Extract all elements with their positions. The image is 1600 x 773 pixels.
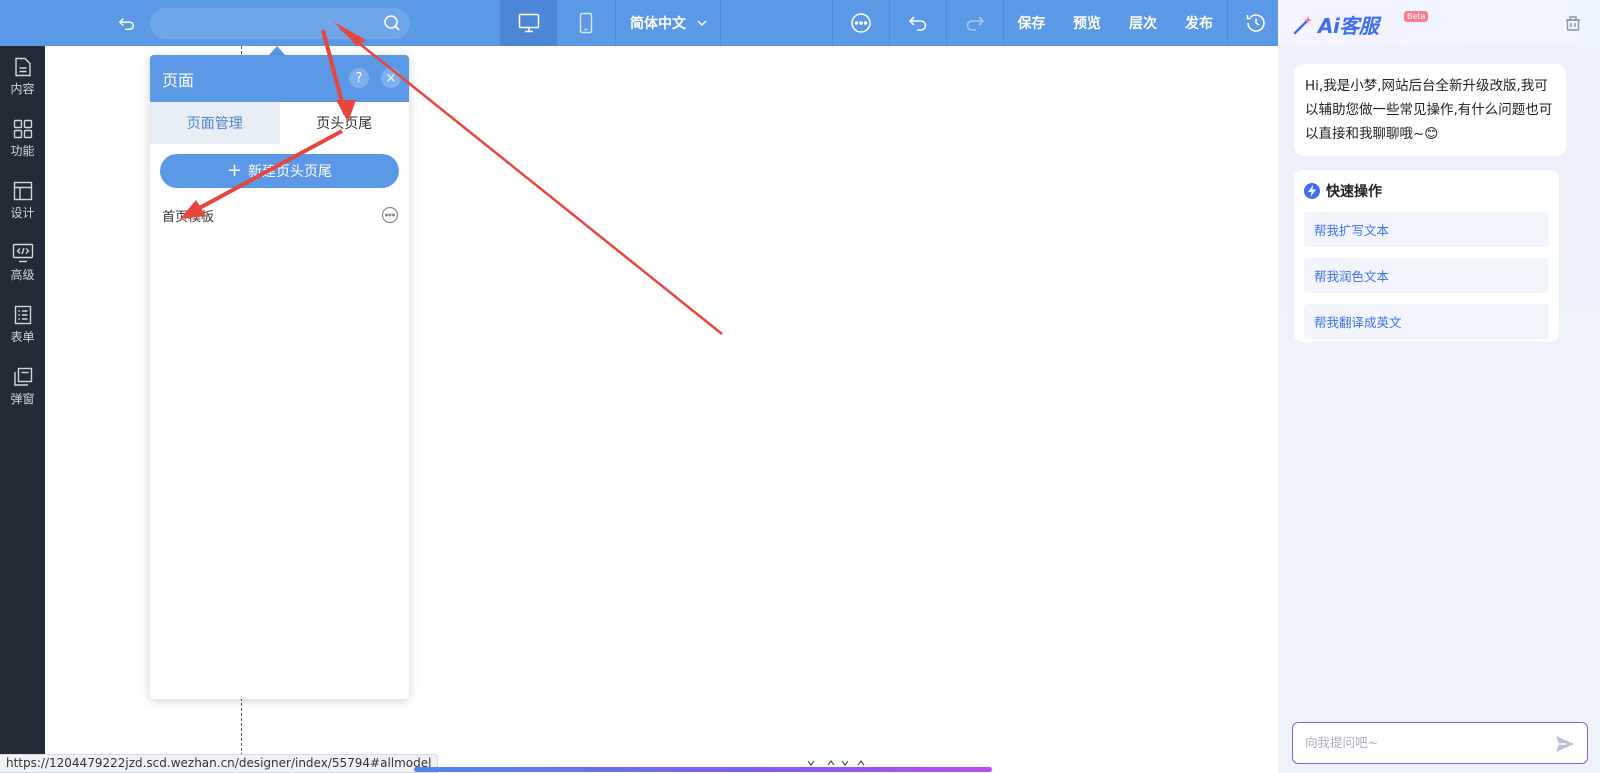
quick-action-expand-text[interactable]: 帮我扩写文本 [1304,212,1549,247]
status-bar-url: https://1204479222jzd.scd.wezhan.cn/desi… [0,754,439,773]
add-header-footer-button[interactable]: + 新建页头页尾 [160,154,399,188]
back-icon[interactable] [116,12,138,34]
panel-title: 页面 [162,70,195,90]
add-button-label: 新建页头页尾 [248,164,333,180]
page-panel: 页面 ? × 页面管理 页头页尾 + 新建页头页尾 首页模板 [150,55,409,699]
ai-question-input[interactable] [1305,723,1545,762]
more-options-icon[interactable] [381,206,399,224]
sidebar-item-popups[interactable]: 弹窗 [0,356,45,418]
beta-badge: Beta [1404,11,1429,22]
sidebar-item-features[interactable]: 功能 [0,108,45,170]
toolbar-actions: 保存 预览 层次 发布 [832,0,1284,46]
history-icon [1246,14,1265,32]
close-icon[interactable]: × [381,68,401,88]
sidebar-item-label: 功能 [10,144,35,158]
sidebar-item-label: 内容 [10,82,35,96]
clear-chat-icon[interactable] [1564,14,1582,32]
bottom-chevrons [806,759,866,767]
popup-icon [13,367,32,386]
layers-button[interactable]: 层次 [1115,0,1171,46]
sidebar-item-label: 设计 [10,206,35,220]
help-icon[interactable]: ? [349,68,369,88]
desktop-view-button[interactable] [500,0,557,46]
search-box[interactable] [150,8,410,39]
tab-header-footer[interactable]: 页头页尾 [279,102,409,144]
preview-button[interactable]: 预览 [1059,0,1115,46]
chevron-icon [807,760,865,766]
language-select[interactable]: 简体中文 [615,0,721,46]
form-icon [14,305,31,325]
history-button[interactable] [1227,0,1284,46]
ai-logo: Ai客服 Beta [1292,10,1429,39]
ai-logo-text: Ai客服 [1318,14,1379,38]
ai-question-box[interactable] [1292,722,1588,764]
redo-button[interactable] [946,0,1003,46]
sidebar-item-content[interactable]: 内容 [0,46,45,108]
undo-button[interactable] [889,0,946,46]
redo-icon [966,16,985,31]
quick-action-translate-english[interactable]: 帮我翻译成英文 [1304,304,1549,339]
code-icon [12,243,33,263]
document-icon [14,57,31,77]
search-input[interactable] [162,8,362,39]
tab-page-management[interactable]: 页面管理 [150,102,280,144]
mobile-icon [579,12,592,34]
magic-wand-icon [1293,15,1312,34]
more-button[interactable] [832,0,889,46]
sidebar-item-design[interactable]: 设计 [0,170,45,232]
publish-button[interactable]: 发布 [1171,0,1227,46]
panel-pointer [269,46,285,55]
sidebar-item-forms[interactable]: 表单 [0,294,45,356]
sidebar-item-advanced[interactable]: 高级 [0,232,45,294]
quick-actions-title: 快速操作 [1304,181,1549,201]
mobile-view-button[interactable] [557,0,614,46]
device-switcher [500,0,614,46]
search-icon[interactable] [382,13,402,33]
quick-actions-card: 快速操作 帮我扩写文本 帮我润色文本 帮我翻译成英文 [1294,170,1559,342]
list-item[interactable]: 首页模板 [150,200,409,230]
top-toolbar: 简体中文 保存 预览 层次 发布 [0,0,1278,46]
chevron-down-icon [697,20,707,27]
template-name: 首页模板 [162,209,215,225]
more-icon [851,13,871,33]
loading-progress-bar [414,767,992,772]
undo-icon [908,16,927,31]
save-button[interactable]: 保存 [1003,0,1059,46]
sidebar-item-label: 高级 [10,268,35,282]
desktop-icon [518,13,539,33]
lightning-icon [1304,183,1320,199]
quick-actions-label: 快速操作 [1326,184,1382,200]
quick-action-polish-text[interactable]: 帮我润色文本 [1304,258,1549,293]
panel-tabs: 页面管理 页头页尾 [150,102,409,144]
ai-assistant-panel: Ai客服 Beta Hi,我是小梦,网站后台全新升级改版,我可以辅助您做一些常见… [1278,0,1600,773]
send-icon[interactable] [1555,734,1575,754]
ai-header: Ai客服 Beta [1278,0,1600,46]
ai-greeting-message: Hi,我是小梦,网站后台全新升级改版,我可以辅助您做一些常见操作,有什么问题也可… [1294,64,1566,156]
language-label: 简体中文 [630,16,686,32]
layout-icon [13,181,32,201]
left-sidebar: 内容 功能 设计 高级 表单 弹窗 [0,46,45,756]
grid-icon [13,119,32,139]
sidebar-item-label: 弹窗 [10,392,35,406]
sidebar-item-label: 表单 [10,330,35,344]
plus-icon: + [226,160,243,181]
panel-header: 页面 ? × [150,55,409,102]
